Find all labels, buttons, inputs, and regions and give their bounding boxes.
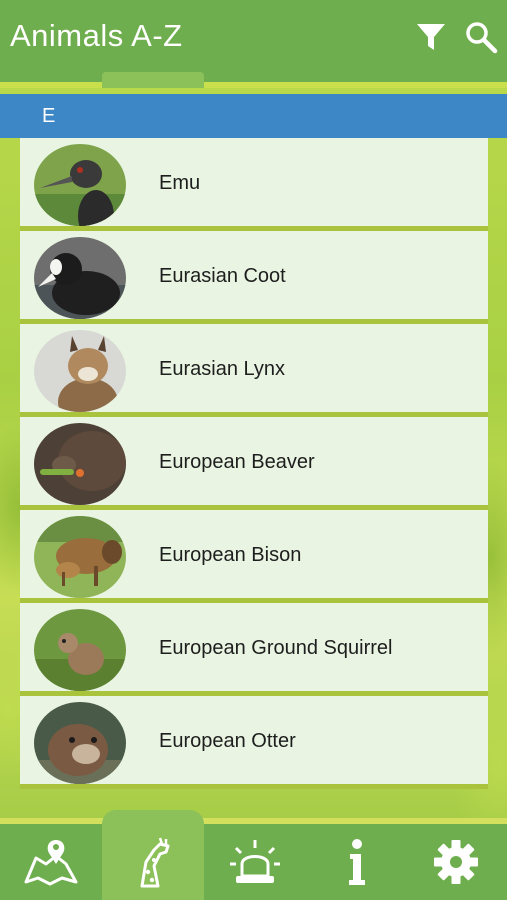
lynx-photo [34, 330, 126, 412]
beaver-photo [34, 423, 126, 505]
list-item[interactable]: Emu [20, 138, 488, 231]
list-item[interactable]: European Otter [20, 696, 488, 789]
bottom-tab-bar [0, 810, 507, 900]
gear-icon [434, 840, 478, 884]
tab-map[interactable] [0, 824, 102, 900]
animal-name: European Otter [159, 730, 296, 752]
otter-photo [34, 702, 126, 784]
section-header: E [0, 94, 507, 138]
page-title: Animals A-Z [10, 18, 183, 53]
bison-photo [34, 516, 126, 598]
filter-icon [417, 24, 445, 50]
list-item[interactable]: European Ground Squirrel [20, 603, 488, 696]
info-icon [349, 839, 365, 885]
squirrel-photo [34, 609, 126, 691]
header-tab-notch [102, 72, 204, 88]
tab-info[interactable] [306, 824, 408, 900]
emu-photo [34, 144, 126, 226]
animal-name: Eurasian Lynx [159, 358, 285, 380]
tab-animals[interactable] [102, 810, 204, 900]
list-item[interactable]: Eurasian Lynx [20, 324, 488, 417]
tab-alerts[interactable] [204, 824, 306, 900]
animal-name: European Beaver [159, 451, 315, 473]
search-button[interactable] [464, 20, 498, 54]
animal-list[interactable]: Emu Eurasian Coot Eurasian Lynx European… [20, 138, 488, 812]
animal-name: European Ground Squirrel [159, 637, 393, 659]
search-icon [466, 22, 498, 54]
filter-button[interactable] [414, 20, 448, 54]
app-header: Animals A-Z [0, 0, 507, 88]
list-item[interactable]: European Beaver [20, 417, 488, 510]
map-icon [24, 840, 78, 886]
list-item[interactable]: Eurasian Coot [20, 231, 488, 324]
animal-name: Eurasian Coot [159, 265, 286, 287]
section-letter: E [42, 105, 56, 127]
list-item[interactable]: European Bison [20, 510, 488, 603]
alert-siren-icon [230, 840, 280, 883]
animal-name: European Bison [159, 544, 302, 566]
animal-name: Emu [159, 172, 201, 194]
coot-photo [34, 237, 126, 319]
tab-settings[interactable] [405, 824, 507, 900]
giraffe-icon [140, 837, 170, 888]
